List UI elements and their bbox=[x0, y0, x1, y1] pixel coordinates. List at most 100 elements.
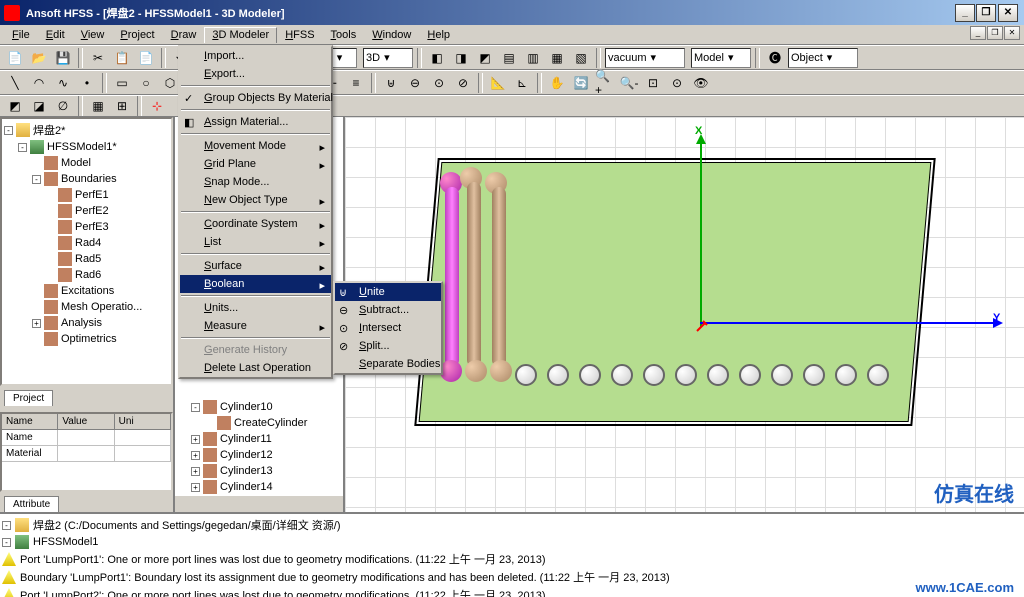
tool-icon[interactable]: ▧ bbox=[570, 47, 592, 69]
menu-coordinate-system[interactable]: Coordinate System▸ bbox=[180, 215, 331, 233]
cylinder-body[interactable] bbox=[467, 182, 481, 367]
mode-combo[interactable]: 3D▾ bbox=[363, 48, 413, 68]
menu-boolean[interactable]: Boolean▸ bbox=[180, 275, 331, 293]
expand-icon[interactable]: - bbox=[191, 403, 200, 412]
pad-circle[interactable] bbox=[803, 364, 825, 386]
tree-item[interactable]: +Analysis bbox=[4, 315, 169, 331]
col-name[interactable]: Name bbox=[2, 414, 58, 429]
material-combo[interactable]: vacuum▾ bbox=[605, 48, 685, 68]
expand-icon[interactable]: + bbox=[191, 451, 200, 460]
menu-draw[interactable]: Draw bbox=[163, 27, 205, 43]
menu-view[interactable]: View bbox=[73, 27, 113, 43]
tree-item[interactable]: Rad5 bbox=[4, 251, 169, 267]
spline-icon[interactable]: ∿ bbox=[52, 72, 74, 94]
pad-circle[interactable] bbox=[707, 364, 729, 386]
zoom-out-icon[interactable]: 🔍- bbox=[618, 72, 640, 94]
tree-item[interactable]: +Cylinder13 bbox=[177, 463, 341, 479]
tree-item[interactable]: -Cylinder10 bbox=[177, 399, 341, 415]
menu-list[interactable]: List▸ bbox=[180, 233, 331, 251]
menu-generate-history[interactable]: Generate History bbox=[180, 341, 331, 359]
rect-icon[interactable]: ▭ bbox=[111, 72, 133, 94]
circle-icon[interactable]: ○ bbox=[135, 72, 157, 94]
intersect-icon[interactable]: ⊙ bbox=[428, 72, 450, 94]
view-icon[interactable]: 👁 bbox=[690, 72, 712, 94]
tree-item[interactable]: CreateCylinder bbox=[177, 415, 341, 431]
cylinder-body[interactable] bbox=[492, 187, 506, 367]
tree-item[interactable]: -Boundaries bbox=[4, 171, 169, 187]
pad-circle[interactable] bbox=[835, 364, 857, 386]
menu-assign-material[interactable]: ◧Assign Material... bbox=[180, 113, 331, 131]
menu-separate-bodies[interactable]: Separate Bodies bbox=[335, 355, 441, 373]
menu-file[interactable]: File bbox=[4, 27, 38, 43]
msg-model[interactable]: -HFSSModel1 bbox=[2, 534, 1022, 550]
pan-icon[interactable]: ✋ bbox=[546, 72, 568, 94]
point-icon[interactable]: • bbox=[76, 72, 98, 94]
menu-group-by-material[interactable]: ✓Group Objects By Material bbox=[180, 89, 331, 107]
scope-combo[interactable]: Model▾ bbox=[691, 48, 751, 68]
menu-new-object-type[interactable]: New Object Type▸ bbox=[180, 191, 331, 209]
zoom-icon[interactable]: ⊙ bbox=[666, 72, 688, 94]
menu-help[interactable]: Help bbox=[419, 27, 458, 43]
expand-icon[interactable]: - bbox=[18, 143, 27, 152]
tool-icon[interactable]: ▥ bbox=[522, 47, 544, 69]
select-combo[interactable]: Object▾ bbox=[788, 48, 858, 68]
menu-surface[interactable]: Surface▸ bbox=[180, 257, 331, 275]
tree-item[interactable]: PerfE3 bbox=[4, 219, 169, 235]
expand-icon[interactable]: + bbox=[191, 435, 200, 444]
expand-icon[interactable]: + bbox=[32, 319, 41, 328]
menu-delete-last-op[interactable]: Delete Last Operation bbox=[180, 359, 331, 377]
menu-split[interactable]: ⊘Split... bbox=[335, 337, 441, 355]
rotate-icon[interactable]: 🔄 bbox=[570, 72, 592, 94]
pad-circle[interactable] bbox=[771, 364, 793, 386]
split-icon[interactable]: ⊘ bbox=[452, 72, 474, 94]
tree-item[interactable]: PerfE2 bbox=[4, 203, 169, 219]
expand-icon[interactable]: + bbox=[191, 467, 200, 476]
menu-unite[interactable]: ⊎Unite bbox=[335, 283, 441, 301]
maximize-button[interactable]: ❐ bbox=[976, 4, 996, 22]
cut-icon[interactable]: ✂ bbox=[87, 47, 109, 69]
prop-value[interactable] bbox=[58, 430, 114, 445]
msg-warning[interactable]: Port 'LumpPort1': One or more port lines… bbox=[2, 550, 1022, 568]
3d-viewport[interactable]: X Y bbox=[345, 117, 1024, 512]
subtract-icon[interactable]: ⊖ bbox=[404, 72, 426, 94]
menu-window[interactable]: Window bbox=[364, 27, 419, 43]
prop-row[interactable]: Material bbox=[2, 446, 171, 462]
tree-item[interactable]: Excitations bbox=[4, 283, 169, 299]
messages-panel[interactable]: -焊盘2 (C:/Documents and Settings/gegedan/… bbox=[0, 512, 1024, 597]
snap-icon[interactable]: ◩ bbox=[4, 95, 26, 117]
close-button[interactable]: ✕ bbox=[998, 4, 1018, 22]
tool-icon[interactable]: ◧ bbox=[426, 47, 448, 69]
minimize-button[interactable]: _ bbox=[955, 4, 975, 22]
attribute-tab[interactable]: Attribute bbox=[4, 496, 59, 512]
menu-project[interactable]: Project bbox=[112, 27, 162, 43]
menu-3d-modeler[interactable]: 3D Modeler bbox=[204, 27, 277, 43]
list-icon[interactable]: ≡ bbox=[345, 72, 367, 94]
cylinder-bottom[interactable] bbox=[465, 360, 487, 382]
menu-import[interactable]: Import... bbox=[180, 47, 331, 65]
copy-icon[interactable]: 📋 bbox=[111, 47, 133, 69]
line-icon[interactable]: ╲ bbox=[4, 72, 26, 94]
tree-item[interactable]: Rad4 bbox=[4, 235, 169, 251]
fit-icon[interactable]: ⊡ bbox=[642, 72, 664, 94]
menu-movement-mode[interactable]: Movement Mode▸ bbox=[180, 137, 331, 155]
msg-warning[interactable]: Port 'LumpPort2': One or more port lines… bbox=[2, 586, 1022, 597]
pad-circle[interactable] bbox=[579, 364, 601, 386]
tree-item[interactable]: PerfE1 bbox=[4, 187, 169, 203]
tree-item[interactable]: -焊盘2* bbox=[4, 121, 169, 139]
origin-icon[interactable]: ⊹ bbox=[146, 95, 168, 117]
open-icon[interactable]: 📂 bbox=[28, 47, 50, 69]
save-icon[interactable]: 💾 bbox=[52, 47, 74, 69]
menu-hfss[interactable]: HFSS bbox=[277, 27, 322, 43]
pad-circle[interactable] bbox=[547, 364, 569, 386]
tree-item[interactable]: -HFSSModel1* bbox=[4, 139, 169, 155]
measure-icon[interactable]: 📐 bbox=[487, 72, 509, 94]
snap-icon[interactable]: ∅ bbox=[52, 95, 74, 117]
tool-icon[interactable]: ◩ bbox=[474, 47, 496, 69]
snap-grid-icon[interactable]: ⊞ bbox=[111, 95, 133, 117]
tree-item[interactable]: Rad6 bbox=[4, 267, 169, 283]
mdi-minimize-button[interactable]: _ bbox=[970, 26, 986, 40]
tree-item[interactable]: Mesh Operatio... bbox=[4, 299, 169, 315]
arc-icon[interactable]: ◠ bbox=[28, 72, 50, 94]
menu-tools[interactable]: Tools bbox=[323, 27, 365, 43]
msg-warning[interactable]: Boundary 'LumpPort1': Boundary lost its … bbox=[2, 568, 1022, 586]
